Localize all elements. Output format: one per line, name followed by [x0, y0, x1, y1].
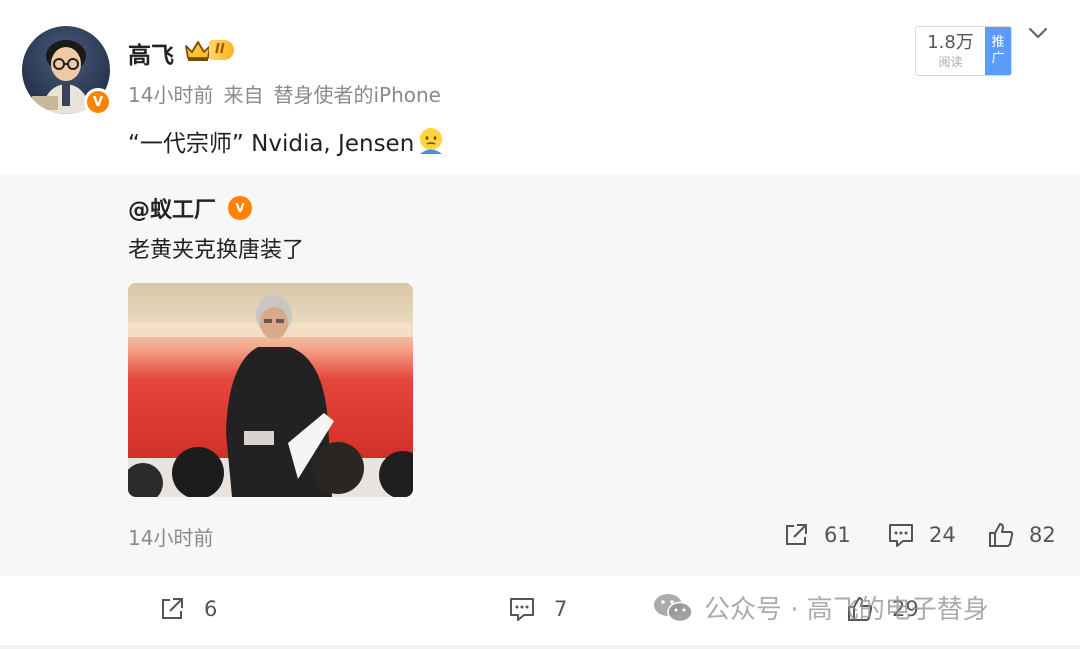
comment-button[interactable]: 7: [508, 595, 567, 623]
promote-label-bottom: 广: [991, 51, 1005, 66]
promote-button[interactable]: 推 广: [985, 27, 1011, 75]
comment-count: 7: [554, 597, 568, 621]
watermark-text: 公众号 · 高飞的电子替身: [704, 595, 989, 625]
repost-comment-button[interactable]: 24: [887, 521, 956, 549]
vip-badge[interactable]: II: [183, 38, 234, 62]
post-author-name[interactable]: 高飞: [128, 36, 174, 70]
share-icon: [162, 598, 183, 619]
read-count: 1.8万 阅读: [916, 27, 985, 75]
verified-badge: V: [84, 88, 112, 116]
post-source[interactable]: 替身使者的iPhone: [273, 79, 441, 108]
share-icon: [786, 524, 807, 545]
comment-icon: [889, 524, 913, 547]
repost-share-button[interactable]: 61: [782, 521, 851, 549]
read-number: 1.8万: [927, 32, 974, 53]
repost-share-count: 61: [824, 523, 851, 547]
like-icon: [989, 523, 1014, 547]
comment-icon: [510, 598, 534, 621]
post-meta: 14小时前 来自 替身使者的iPhone: [128, 79, 441, 108]
promote-label-top: 推: [991, 35, 1005, 50]
repost-photo[interactable]: [128, 283, 413, 497]
read-label: 阅读: [938, 55, 963, 69]
watermark: 公众号 · 高飞的电子替身: [652, 589, 989, 626]
post-body: “一代宗师” Nvidia, Jensen: [128, 124, 446, 158]
repost-text: 老黄夹克换唐装了: [128, 238, 305, 263]
read-stats-box[interactable]: 1.8万 阅读 推 广: [915, 26, 1012, 76]
repost-like-button[interactable]: 82: [987, 521, 1056, 549]
repost-author-name[interactable]: @蚁工厂: [128, 192, 216, 224]
repost-comment-count: 24: [929, 523, 956, 547]
divider: [0, 645, 1080, 649]
vip-level: II: [209, 40, 234, 60]
repost-verified-badge: V: [228, 196, 253, 220]
repost-action-bar: 61 24 82: [0, 521, 1080, 549]
post-text: “一代宗师” Nvidia, Jensen: [128, 131, 415, 157]
cold-sweat-face-emoji: [420, 128, 443, 154]
share-button[interactable]: 6: [158, 595, 217, 623]
post-time: 14小时前: [128, 83, 214, 107]
repost-author[interactable]: @蚁工厂 V: [128, 192, 253, 224]
chevron-down-icon[interactable]: [1027, 22, 1049, 44]
repost-like-count: 82: [1029, 523, 1056, 547]
post-source-prefix: 来自: [223, 83, 264, 107]
repost-card[interactable]: @蚁工厂 V 老黄夹克换唐装了 14小时前 61 24 82: [0, 174, 1080, 576]
share-count: 6: [204, 597, 218, 621]
wechat-icon: [654, 593, 693, 622]
